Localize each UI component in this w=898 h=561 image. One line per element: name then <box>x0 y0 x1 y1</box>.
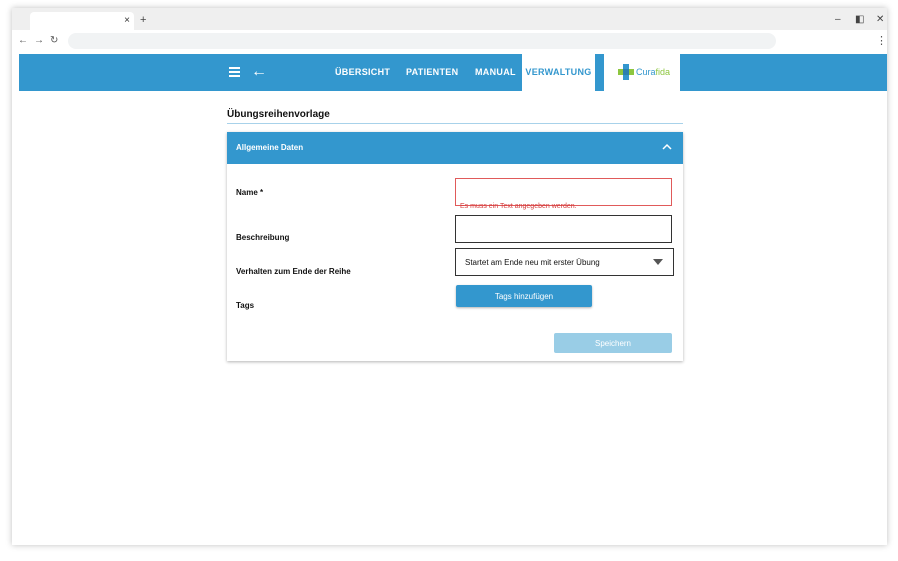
app-header: ← ÜBERSICHT PATIENTEN MANUAL VERWALTUNG … <box>19 54 887 91</box>
tab-close-icon[interactable]: × <box>124 13 130 29</box>
end-behavior-select[interactable]: Startet am Ende neu mit erster Übung <box>455 248 674 276</box>
logo-text-fida: fida <box>655 67 671 77</box>
page-title: Übungsreihenvorlage <box>227 109 330 120</box>
add-tags-button[interactable]: Tags hinzufügen <box>456 285 592 307</box>
title-divider <box>227 123 683 124</box>
nav-item-manual[interactable]: MANUAL <box>475 54 516 91</box>
card-header[interactable]: Allgemeine Daten <box>227 132 683 164</box>
restore-icon[interactable]: ◧ <box>855 13 864 27</box>
tags-label: Tags <box>236 301 255 310</box>
chevron-up-icon[interactable] <box>661 141 673 153</box>
save-button[interactable]: Speichern <box>554 333 672 353</box>
address-bar[interactable] <box>68 33 776 49</box>
browser-back-icon[interactable]: ← <box>18 34 28 48</box>
browser-reload-icon[interactable]: ↻ <box>50 34 58 48</box>
browser-menu-icon[interactable]: ⋮ <box>876 34 887 48</box>
new-tab-icon[interactable]: + <box>140 13 146 27</box>
medical-cross-icon <box>618 64 634 80</box>
browser-forward-icon[interactable]: → <box>34 34 44 48</box>
nav-item-patienten[interactable]: PATIENTEN <box>406 54 458 91</box>
description-label: Beschreibung <box>236 233 290 242</box>
hamburger-menu-icon[interactable] <box>229 67 240 77</box>
back-arrow-icon[interactable]: ← <box>251 62 267 82</box>
name-error-message: Es muss ein Text angegeben werden. <box>460 203 577 210</box>
general-data-card: Allgemeine Daten Name * Es muss ein Text… <box>227 132 683 361</box>
caret-down-icon <box>653 259 663 265</box>
end-behavior-label: Verhalten zum Ende der Reihe <box>236 267 351 276</box>
name-label: Name * <box>236 188 264 197</box>
minimize-icon[interactable]: – <box>835 13 841 27</box>
browser-tab[interactable]: × <box>30 12 134 30</box>
logo-text-cura: Cura <box>636 67 656 77</box>
end-behavior-value: Startet am Ende neu mit erster Übung <box>465 258 600 267</box>
close-window-icon[interactable]: ✕ <box>876 13 884 27</box>
card-header-title: Allgemeine Daten <box>236 143 304 152</box>
browser-tabbar: × + – ◧ ✕ <box>12 8 887 30</box>
logo-text: Curafida <box>636 66 670 78</box>
browser-toolbar: ← → ↻ ⋮ <box>12 30 887 52</box>
nav-item-verwaltung[interactable]: VERWALTUNG <box>522 54 595 91</box>
nav-item-uebersicht[interactable]: ÜBERSICHT <box>335 54 390 91</box>
description-input[interactable] <box>455 215 672 243</box>
curafida-logo: Curafida <box>604 54 680 91</box>
browser-window: × + – ◧ ✕ ← → ↻ ⋮ ← ÜBERSICHT PATIENTEN … <box>12 8 887 545</box>
